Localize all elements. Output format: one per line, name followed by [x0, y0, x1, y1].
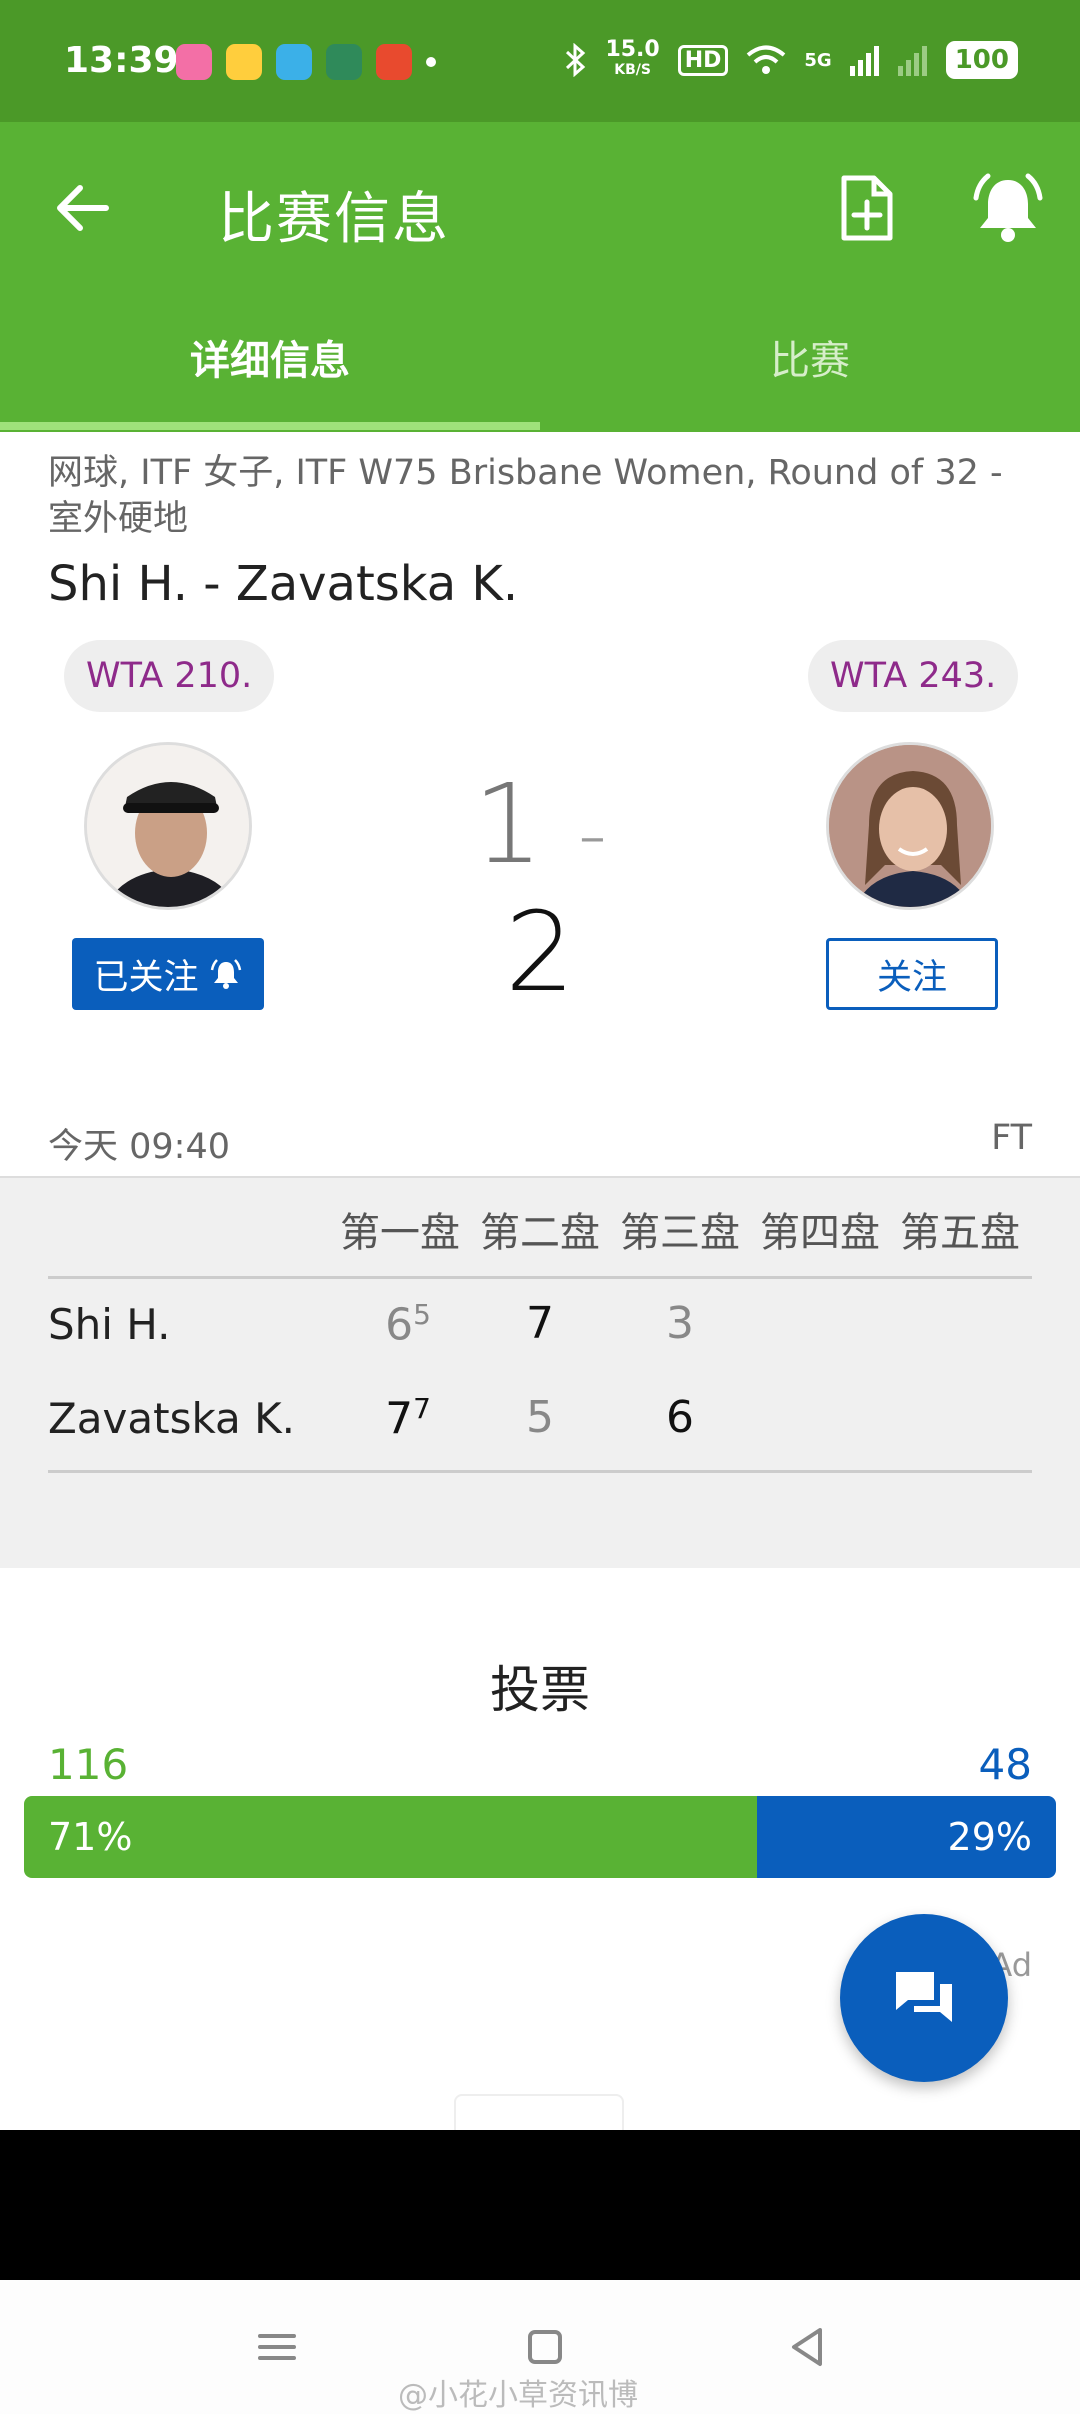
- set-4-header: 第四盘: [760, 1210, 880, 1256]
- chat-button[interactable]: [840, 1914, 1008, 2082]
- menu-icon[interactable]: [252, 2322, 302, 2372]
- table-row-player-name: Shi H.: [48, 1300, 171, 1349]
- set-score: 3: [666, 1298, 694, 1349]
- home-vote-count: 116: [48, 1740, 129, 1789]
- wifi-icon: [747, 45, 786, 74]
- bluetooth-icon: [566, 43, 586, 77]
- weibo-notification-icon: [226, 44, 262, 80]
- tab-details[interactable]: 详细信息: [0, 328, 540, 386]
- chat-icon: [896, 1972, 952, 2022]
- vote-title: 投票: [490, 1661, 590, 1719]
- set-5-header: 第五盘: [900, 1210, 1020, 1256]
- app-notification-icon: [326, 44, 362, 80]
- vote-bar: 71% 29%: [24, 1796, 1056, 1878]
- follow-label: 关注: [876, 957, 947, 998]
- home-rank-badge: WTA 210.: [64, 640, 275, 712]
- app-notification-icon: [376, 44, 412, 80]
- set-score: 5: [526, 1392, 554, 1443]
- away-sets-won: 2: [505, 888, 575, 1016]
- score-separator: -: [578, 788, 607, 881]
- tiebreak-score: 5: [413, 1298, 431, 1331]
- bell-icon: [210, 959, 241, 989]
- set-scores-table: 第一盘 第二盘 第三盘 第四盘 第五盘 Shi H. 65 7 3 Zavats…: [0, 1176, 1080, 1568]
- battery-indicator: 100: [945, 41, 1018, 79]
- following-label: 已关注: [93, 957, 199, 998]
- match-time: 今天 09:40: [48, 1127, 230, 1167]
- home-player-avatar[interactable]: [84, 742, 252, 910]
- table-row-player-name: Zavatska K.: [48, 1394, 296, 1443]
- page-title: 比赛信息: [218, 187, 450, 252]
- watermark: @小花小草资讯博: [398, 2378, 638, 2413]
- home-sets-won: 1: [473, 760, 544, 888]
- tab-match[interactable]: 比赛: [540, 328, 1080, 386]
- tiebreak-score: 7: [413, 1392, 431, 1425]
- hd-indicator: HD: [677, 44, 729, 76]
- ad-card: [454, 2094, 624, 2134]
- network-speed: 15.0 KB/S: [605, 37, 660, 79]
- set-score: 6: [666, 1392, 694, 1443]
- away-rank-badge: WTA 243.: [808, 640, 1019, 712]
- back-triangle-icon[interactable]: [782, 2322, 832, 2372]
- more-notifications-dot-icon: [426, 57, 436, 67]
- set-score: 77: [385, 1392, 431, 1445]
- player-photo-icon: [829, 745, 991, 907]
- status-time: 13:39: [64, 40, 179, 81]
- black-band: [0, 2130, 1080, 2280]
- home-vote-segment[interactable]: 71%: [24, 1796, 757, 1878]
- bell-icon[interactable]: [970, 170, 1046, 246]
- back-arrow-icon[interactable]: [48, 172, 120, 244]
- notification-icons: [176, 44, 436, 80]
- status-bar: 13:39 15.0 KB/S HD 5G 100: [0, 0, 1080, 122]
- signal-strength-icon: [849, 46, 879, 76]
- home-following-button[interactable]: 已关注: [72, 938, 264, 1010]
- match-status: FT: [991, 1118, 1032, 1158]
- away-follow-button[interactable]: 关注: [826, 938, 998, 1010]
- away-vote-count: 48: [978, 1740, 1032, 1789]
- home-icon[interactable]: [520, 2322, 570, 2372]
- away-vote-segment[interactable]: 29%: [756, 1796, 1056, 1878]
- set-2-header: 第二盘: [480, 1210, 600, 1256]
- signal-strength-sim2-icon: [897, 46, 927, 76]
- app-notification-icon: [176, 44, 212, 80]
- add-file-icon[interactable]: [830, 172, 902, 244]
- set-1-header: 第一盘: [340, 1210, 460, 1256]
- set-score: 7: [526, 1298, 554, 1349]
- app-notification-icon: [276, 44, 312, 80]
- league-info: 网球, ITF 女子, ITF W75 Brisbane Women, Roun…: [48, 453, 1003, 539]
- status-indicators: 15.0 KB/S HD 5G 100: [565, 37, 1018, 80]
- matchup-title: Shi H. - Zavatska K.: [48, 556, 519, 612]
- set-score: 65: [385, 1298, 431, 1351]
- app-bar: 比赛信息 详细信息 比赛: [0, 122, 1080, 432]
- active-tab-indicator: [0, 422, 540, 430]
- away-player-avatar[interactable]: [826, 742, 994, 910]
- player-photo-icon: [87, 745, 249, 907]
- table-divider: [48, 1470, 1032, 1473]
- match-score: 1 - 2: [430, 760, 650, 1016]
- set-3-header: 第三盘: [620, 1210, 740, 1256]
- system-nav-bar: @小花小草资讯博: [0, 2280, 1080, 2414]
- table-divider: [48, 1276, 1032, 1279]
- signal-5g-label: 5G: [804, 49, 832, 71]
